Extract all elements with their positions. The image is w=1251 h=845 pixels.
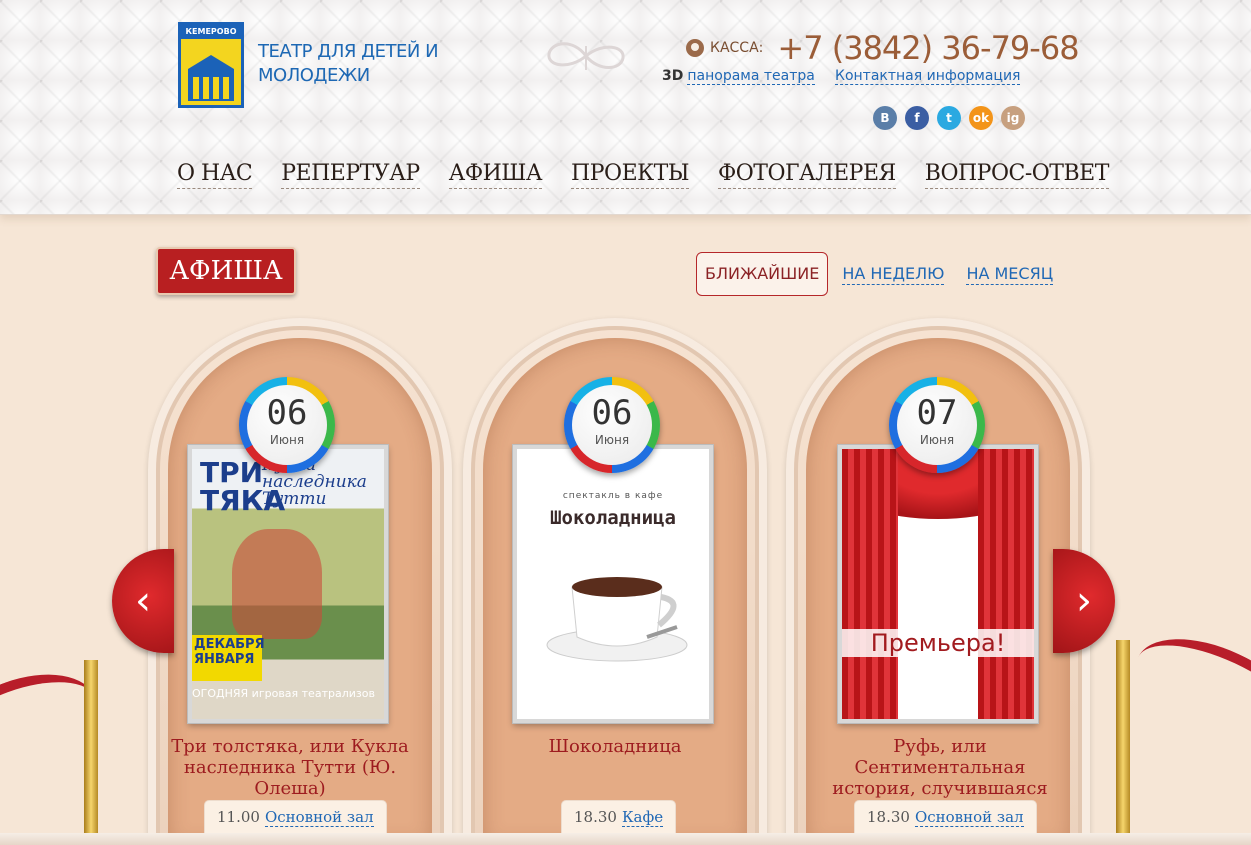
stanchion-right — [1116, 640, 1130, 840]
site-header: КЕМЕРОВО ТЕАТР ДЛЯ ДЕТЕЙ И МОЛОДЕЖИ КАСС… — [0, 0, 1251, 215]
box-office-label: КАССА: — [710, 40, 764, 56]
tab-month[interactable]: НА МЕСЯЦ — [966, 264, 1054, 285]
theatre-logo[interactable]: КЕМЕРОВО — [178, 22, 244, 108]
show-title[interactable]: Шоколадница — [485, 736, 745, 757]
theatre-name[interactable]: ТЕАТР ДЛЯ ДЕТЕЙ И МОЛОДЕЖИ — [258, 40, 458, 88]
curtain-right — [978, 449, 1034, 719]
nav-item-repertoire[interactable]: РЕПЕРТУАР — [281, 160, 420, 189]
show-hall[interactable]: Основной зал — [914, 808, 1024, 827]
section-title: АФИША — [156, 247, 296, 295]
date-day: 06 — [266, 393, 308, 433]
tab-nearest[interactable]: БЛИЖАЙШИЕ — [696, 252, 829, 296]
instagram-icon[interactable]: ig — [1001, 106, 1025, 130]
show-meta: 18.30 Кафе — [561, 800, 677, 834]
carousel-next-button[interactable]: › — [1053, 549, 1115, 653]
odnoklassniki-icon[interactable]: ok — [969, 106, 993, 130]
show-meta: 18.30 Основной зал — [854, 800, 1037, 834]
twitter-icon[interactable]: t — [937, 106, 961, 130]
show-meta: 11.00 Основной зал — [204, 800, 387, 834]
curtain-left — [842, 449, 898, 719]
panorama-prefix: 3D — [662, 68, 684, 84]
poster-dates-line: ДЕКАБРЯ — [194, 637, 265, 652]
main-nav: О НАС РЕПЕРТУАР АФИША ПРОЕКТЫ ФОТОГАЛЕРЕ… — [177, 160, 1138, 189]
date-month: Июня — [269, 433, 305, 447]
velvet-rope-right — [1119, 616, 1251, 774]
box-office: КАССА: +7 (3842) 36-79-68 — [686, 28, 1080, 68]
show-time: 11.00 — [217, 808, 260, 826]
date-badge: 06 Июня — [564, 377, 660, 473]
poster-subtitle-line: Тутти — [262, 489, 327, 509]
ornament-icon — [547, 42, 625, 70]
date-month: Июня — [594, 433, 630, 447]
panorama-link-text[interactable]: панорама театра — [687, 68, 815, 85]
facebook-icon[interactable]: f — [905, 106, 929, 130]
tab-week[interactable]: НА НЕДЕЛЮ — [842, 264, 945, 285]
show-time: 18.30 — [867, 808, 910, 826]
nav-item-afisha[interactable]: АФИША — [448, 160, 543, 189]
show-poster[interactable]: Премьера! — [838, 445, 1038, 723]
panorama-link[interactable]: 3D панорама театра — [662, 68, 815, 85]
carousel-prev-button[interactable]: ‹ — [112, 549, 174, 653]
box-office-phone[interactable]: +7 (3842) 36-79-68 — [777, 29, 1079, 67]
date-badge: 06 Июня — [239, 377, 335, 473]
theatre-building-icon — [188, 55, 234, 101]
show-title[interactable]: Руфь, или Сентиментальная история, случи… — [810, 736, 1070, 799]
nav-item-about[interactable]: О НАС — [177, 160, 253, 189]
coffee-cup-icon — [546, 577, 688, 662]
show-hall[interactable]: Основной зал — [264, 808, 374, 827]
date-badge: 07 Июня — [889, 377, 985, 473]
poster-name: Шоколадница — [550, 507, 676, 529]
show-poster[interactable]: спектакль в кафе Шоколадница — [513, 445, 713, 723]
nav-item-faq[interactable]: ВОПРОС-ОТВЕТ — [924, 160, 1109, 189]
stanchion-left — [84, 660, 98, 840]
date-day: 07 — [916, 393, 958, 433]
vk-icon[interactable]: B — [873, 106, 897, 130]
poster-subtitle: спектакль в кафе — [562, 491, 664, 501]
nav-item-projects[interactable]: ПРОЕКТЫ — [571, 160, 689, 189]
show-poster[interactable]: ТРИ ТЯКА Кукла наследника Тутти ДЕКАБРЯ … — [188, 445, 388, 723]
logo-city-label: КЕМЕРОВО — [181, 25, 241, 39]
show-title[interactable]: Три толстяка, или Кукла наследника Тутти… — [160, 736, 420, 799]
show-hall[interactable]: Кафе — [621, 808, 664, 827]
floor — [0, 833, 1251, 845]
date-month: Июня — [919, 433, 955, 447]
nav-item-gallery[interactable]: ФОТОГАЛЕРЕЯ — [717, 160, 896, 189]
poster-premiere-label: Премьера! — [842, 629, 1034, 657]
social-links: B f t ok ig — [873, 106, 1025, 130]
contacts-link[interactable]: Контактная информация — [835, 68, 1021, 85]
period-tabs: БЛИЖАЙШИЕ НА НЕДЕЛЮ НА МЕСЯЦ — [696, 252, 1075, 296]
poster-dates-line: ЯНВАРЯ — [194, 652, 255, 667]
user-icon — [686, 39, 704, 57]
date-day: 06 — [591, 393, 633, 433]
poster-bottom-text: ОГОДНЯЯ игровая театрализов — [192, 687, 375, 700]
show-time: 18.30 — [574, 808, 617, 826]
